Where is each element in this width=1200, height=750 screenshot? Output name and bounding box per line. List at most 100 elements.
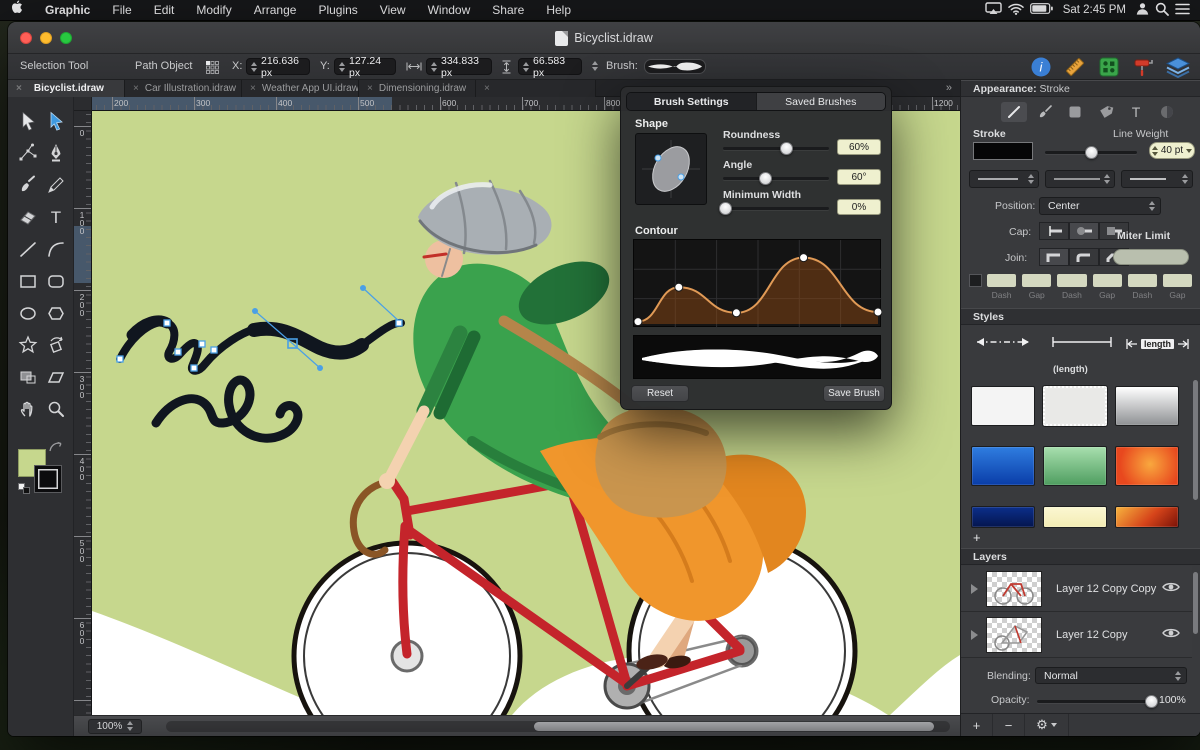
- layers-scrollbar-thumb[interactable]: [1193, 572, 1198, 634]
- style-swatch-scalloped[interactable]: [1042, 385, 1108, 427]
- shear-tool-icon[interactable]: [44, 365, 68, 389]
- dimension-label-style[interactable]: length: [1125, 337, 1190, 351]
- stroke-color-well[interactable]: [34, 465, 62, 493]
- style-swatch-fire[interactable]: [1115, 506, 1179, 528]
- menu-item-share[interactable]: Share: [481, 0, 535, 21]
- direct-selection-tool-icon[interactable]: [44, 109, 68, 133]
- polygon-tool-icon[interactable]: [44, 301, 68, 325]
- reference-point-grid-icon[interactable]: [206, 61, 219, 77]
- contour-point[interactable]: [633, 317, 643, 327]
- line-weight-input[interactable]: 40 pt: [1149, 142, 1195, 159]
- disclosure-triangle-icon[interactable]: [971, 629, 978, 640]
- save-brush-button[interactable]: Save Brush: [823, 385, 885, 402]
- menu-item-view[interactable]: View: [369, 0, 417, 21]
- round-cap-button[interactable]: [1069, 222, 1099, 240]
- style-swatch-white[interactable]: [971, 386, 1035, 426]
- paint-roller-inspector-icon[interactable]: [1132, 56, 1154, 81]
- layer-visibility-eye-icon[interactable]: [1162, 581, 1180, 596]
- stroke-width-slider[interactable]: [1045, 146, 1137, 159]
- style-swatch-blue[interactable]: [971, 446, 1035, 486]
- bezier-handle-dot[interactable]: [317, 365, 323, 371]
- dash-input[interactable]: [1057, 274, 1087, 287]
- layers-inspector-icon[interactable]: [1165, 56, 1191, 81]
- height-input[interactable]: 66.583 px: [518, 55, 582, 79]
- dash-dot-arrow-style[interactable]: [967, 334, 1039, 353]
- dash-input[interactable]: [987, 274, 1017, 287]
- tab-weather-app-ui[interactable]: × Weather App UI.idraw: [242, 80, 359, 97]
- rounded-rectangle-tool-icon[interactable]: [44, 269, 68, 293]
- roundness-slider[interactable]: [723, 142, 829, 155]
- zoom-stepper[interactable]: [127, 721, 134, 731]
- brush-shape-preview[interactable]: [635, 133, 707, 205]
- bezier-handle-dot[interactable]: [360, 285, 366, 291]
- tab-overflow-chevron[interactable]: »: [946, 80, 960, 96]
- stroke-width-slider-knob[interactable]: [1084, 146, 1098, 159]
- gap-input[interactable]: [1092, 274, 1122, 287]
- style-swatch-cream[interactable]: [1043, 506, 1107, 528]
- width-input[interactable]: 334.833 px: [426, 55, 492, 79]
- reset-button[interactable]: Reset: [631, 385, 689, 402]
- selection-tool-icon[interactable]: [16, 109, 40, 133]
- angle-slider[interactable]: [723, 172, 829, 185]
- style-swatch-gray-gradient[interactable]: [1115, 386, 1179, 426]
- shape-handle[interactable]: [654, 154, 662, 162]
- notification-center-icon[interactable]: [1175, 3, 1190, 18]
- line-weight-stepper[interactable]: [1151, 145, 1158, 156]
- butt-cap-button[interactable]: [1039, 222, 1069, 240]
- shape-handle[interactable]: [677, 173, 685, 181]
- tab-partial[interactable]: ×: [476, 80, 596, 97]
- layer-name[interactable]: Layer 12 Copy Copy: [1056, 583, 1156, 595]
- miter-join-button[interactable]: [1039, 248, 1069, 266]
- remove-layer-button[interactable]: −: [993, 714, 1025, 736]
- link-dimensions-stepper[interactable]: [592, 61, 598, 71]
- horizontal-scrollbar[interactable]: [166, 720, 950, 732]
- tab-brush-settings[interactable]: Brush Settings: [627, 93, 756, 110]
- pencil-tool-icon[interactable]: [44, 173, 68, 197]
- width-stepper[interactable]: [431, 61, 437, 72]
- menu-item-help[interactable]: Help: [535, 0, 582, 21]
- gap-input[interactable]: [1022, 274, 1052, 287]
- position-dropdown[interactable]: Center: [1039, 197, 1161, 215]
- dash-input[interactable]: [1127, 274, 1157, 287]
- miter-limit-input[interactable]: [1113, 249, 1189, 265]
- layer-row[interactable]: Layer 12 Copy: [961, 612, 1192, 658]
- gap-input[interactable]: [1162, 274, 1193, 287]
- layer-settings-gear-button[interactable]: ⚙: [1025, 714, 1069, 736]
- menu-item-app[interactable]: Graphic: [34, 0, 101, 21]
- styles-scrollbar-thumb[interactable]: [1193, 380, 1198, 500]
- close-tab-icon[interactable]: ×: [476, 83, 496, 94]
- stroke-style-dropdown-3[interactable]: [1121, 170, 1193, 188]
- spotlight-search-icon[interactable]: [1155, 2, 1169, 19]
- menu-item-file[interactable]: File: [101, 0, 142, 21]
- pen-tool-icon[interactable]: [44, 141, 68, 165]
- menu-clock[interactable]: Sat 2:45 PM: [1059, 4, 1130, 16]
- tab-saved-brushes[interactable]: Saved Brushes: [755, 93, 885, 110]
- zoom-tool-icon[interactable]: [44, 397, 68, 421]
- arc-tool-icon[interactable]: [44, 237, 68, 261]
- title-bar[interactable]: Bicyclist.idraw: [8, 22, 1200, 54]
- eraser-tool-icon[interactable]: [16, 205, 40, 229]
- contour-point[interactable]: [873, 307, 883, 317]
- contour-point[interactable]: [674, 282, 684, 292]
- y-stepper[interactable]: [339, 61, 345, 72]
- blending-dropdown[interactable]: Normal: [1035, 667, 1187, 684]
- bezier-handle-dot[interactable]: [252, 308, 258, 314]
- menu-item-arrange[interactable]: Arrange: [243, 0, 308, 21]
- close-tab-icon[interactable]: ×: [125, 83, 145, 94]
- add-layer-button[interactable]: +: [961, 714, 993, 736]
- node-tool-icon[interactable]: [16, 141, 40, 165]
- swap-colors-icon[interactable]: [48, 441, 64, 453]
- stroke-style-dropdown-1[interactable]: [969, 170, 1039, 188]
- tab-dimensioning[interactable]: × Dimensioning.idraw: [359, 80, 476, 97]
- fill-mode-icon[interactable]: [1062, 102, 1088, 122]
- close-tab-icon[interactable]: ×: [359, 83, 379, 94]
- layer-name[interactable]: Layer 12 Copy: [1056, 629, 1128, 641]
- dash-pattern-checkbox[interactable]: [969, 274, 982, 287]
- ellipse-tool-icon[interactable]: [16, 301, 40, 325]
- star-tool-icon[interactable]: [16, 333, 40, 357]
- selection-tool-label[interactable]: Selection Tool: [20, 60, 88, 72]
- shadow-mode-icon[interactable]: [1154, 102, 1180, 122]
- rotate-tool-icon[interactable]: [44, 333, 68, 357]
- y-input[interactable]: 127.24 px: [334, 55, 396, 79]
- style-swatch-orange-red[interactable]: [1115, 446, 1179, 486]
